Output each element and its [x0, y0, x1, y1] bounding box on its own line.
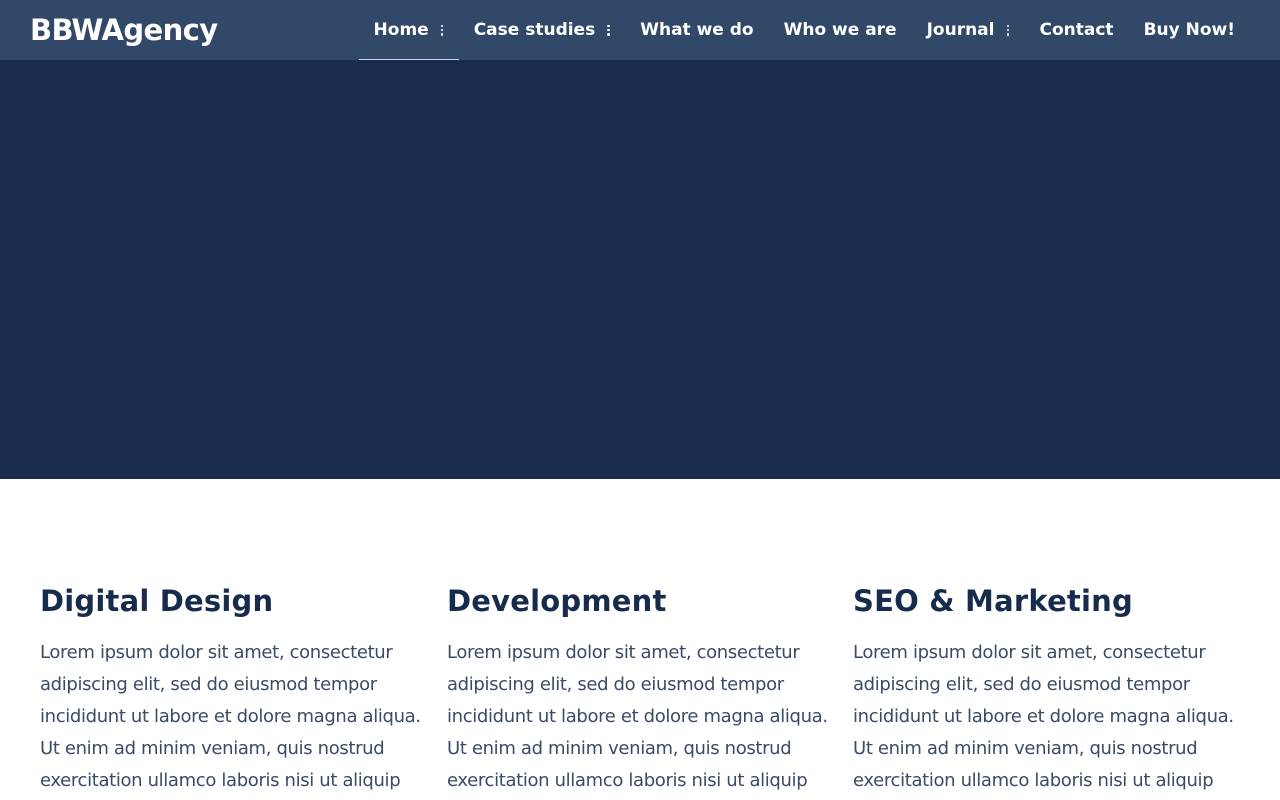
feature-title: SEO & Marketing — [853, 584, 1133, 618]
submenu-dots-icon — [440, 24, 444, 36]
nav-home[interactable]: Home — [358, 0, 459, 60]
nav-case-studies[interactable]: Case studies — [459, 0, 626, 60]
site-logo[interactable]: BBWAgency — [30, 12, 218, 48]
feature-text: Lorem ipsum dolor sit amet, consectetur … — [853, 642, 1234, 791]
page: BBWAgency Home Case studies What we do W… — [0, 0, 1280, 800]
nav-contact[interactable]: Contact — [1025, 0, 1129, 60]
nav-label: Contact — [1039, 20, 1114, 40]
nav-label: Journal — [926, 20, 995, 40]
navbar: BBWAgency Home Case studies What we do W… — [0, 0, 1280, 60]
nav-label: Home — [373, 20, 429, 40]
nav-who-we-are[interactable]: Who we are — [769, 0, 912, 60]
features-section: Digital Design Lorem ipsum dolor sit ame… — [0, 479, 1280, 800]
submenu-dots-icon — [1006, 24, 1010, 36]
nav-label: What we do — [640, 20, 754, 40]
feature-text: Lorem ipsum dolor sit amet, consectetur … — [40, 642, 421, 791]
feature-seo-marketing: SEO & Marketing Lorem ipsum dolor sit am… — [853, 581, 1248, 797]
hero-banner — [0, 0, 1280, 479]
submenu-dots-icon — [607, 24, 610, 36]
nav-what-we-do[interactable]: What we do — [625, 0, 768, 60]
feature-title: Digital Design — [40, 584, 274, 618]
nav-label: Buy Now! — [1143, 20, 1235, 40]
feature-title: Development — [447, 584, 667, 618]
feature-development: Development Lorem ipsum dolor sit amet, … — [447, 581, 842, 797]
nav-journal[interactable]: Journal — [912, 0, 1025, 60]
nav-label: Who we are — [783, 20, 897, 40]
nav-buy-now[interactable]: Buy Now! — [1129, 0, 1250, 60]
feature-digital-design: Digital Design Lorem ipsum dolor sit ame… — [40, 581, 435, 797]
nav-label: Case studies — [473, 20, 596, 40]
feature-text: Lorem ipsum dolor sit amet, consectetur … — [447, 642, 828, 791]
main-nav: Home Case studies What we do Who we are … — [358, 0, 1250, 60]
